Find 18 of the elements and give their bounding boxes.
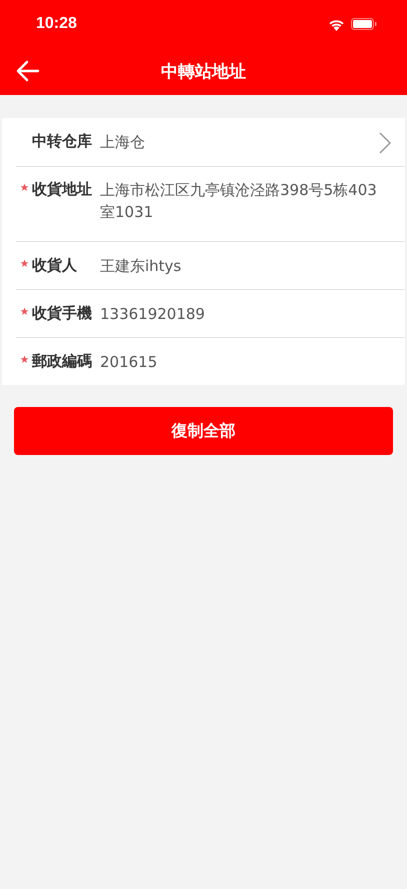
field-label: 郵政編碼 [32,351,93,371]
wifi-icon [328,18,345,30]
field-label: 收貨手機 [32,303,93,323]
field-value: 王建东ihtys [100,256,182,277]
status-time: 10:28 [36,15,77,33]
field-label: 收貨人 [32,255,78,275]
back-arrow-icon [16,60,40,82]
copy-all-button[interactable]: 復制全部 [14,407,393,455]
page-title: 中轉站地址 [161,61,246,83]
back-button[interactable] [14,58,42,84]
field-value: 上海仓 [100,132,146,153]
field-label: 中转仓库 [32,131,93,151]
battery-icon [351,18,377,30]
chevron-right-icon[interactable] [379,132,391,154]
field-value: 13361920189 [100,304,206,325]
field-value: 上海市松江区九亭镇沧泾路398号5栋403室1031 [100,180,378,223]
field-value: 201615 [100,352,158,373]
field-label: 收貨地址 [32,179,93,199]
